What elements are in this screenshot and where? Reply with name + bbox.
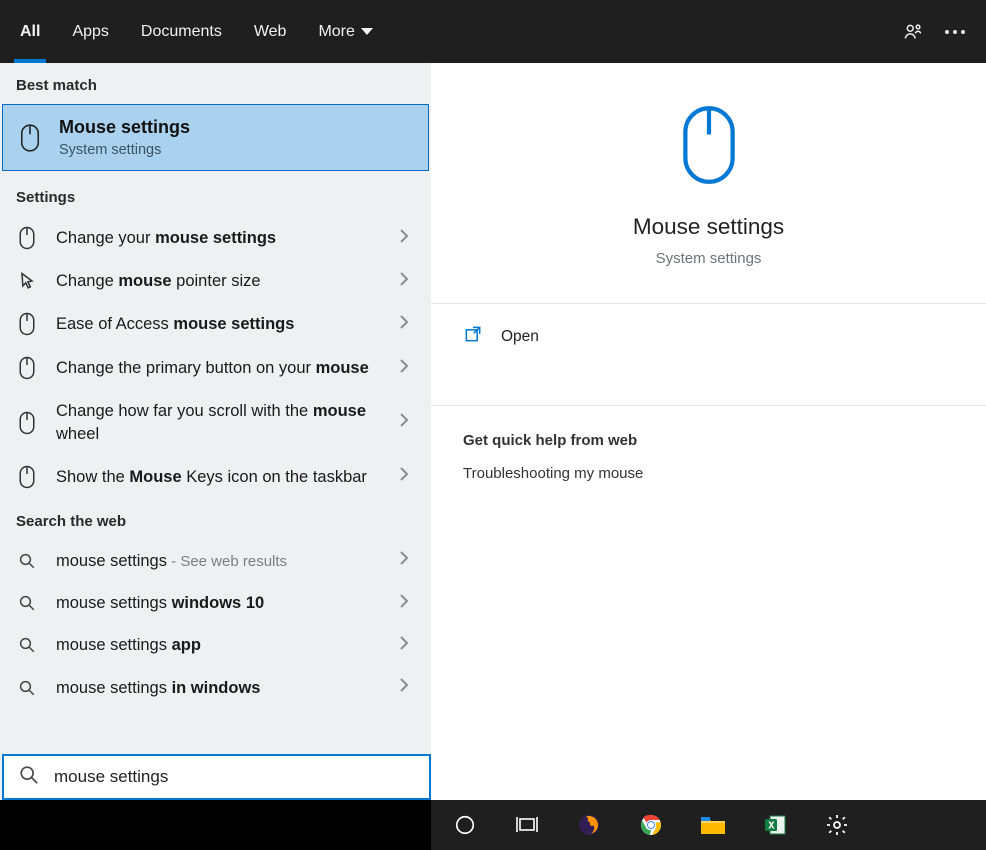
settings-icon[interactable]	[815, 803, 859, 847]
result-preview-panel: Mouse settings System settings Open Get …	[431, 63, 986, 800]
web-result[interactable]: mouse settings windows 10	[0, 582, 431, 624]
mouse-icon	[16, 411, 38, 435]
search-icon	[16, 636, 38, 654]
chevron-right-icon	[399, 228, 417, 249]
section-settings: Settings	[0, 175, 431, 216]
file-explorer-icon[interactable]	[691, 803, 735, 847]
web-result[interactable]: mouse settings in windows	[0, 667, 431, 709]
tab-apps[interactable]: Apps	[72, 0, 108, 63]
best-match-subtitle: System settings	[59, 142, 190, 158]
more-options-icon[interactable]	[934, 11, 976, 53]
search-icon	[16, 679, 38, 697]
search-results-panel: Best match Mouse settings System setting…	[0, 63, 431, 800]
best-match-title: Mouse settings	[59, 117, 190, 138]
settings-result[interactable]: Change your mouse settings	[0, 216, 431, 260]
firefox-icon[interactable]	[567, 803, 611, 847]
result-label: Show the Mouse Keys icon on the taskbar	[56, 466, 381, 488]
chevron-right-icon	[399, 466, 417, 487]
section-best-match: Best match	[0, 63, 431, 104]
chevron-right-icon	[399, 271, 417, 292]
settings-result[interactable]: Show the Mouse Keys icon on the taskbar	[0, 455, 431, 499]
result-label: Change your mouse settings	[56, 227, 381, 249]
chevron-right-icon	[399, 314, 417, 335]
settings-result[interactable]: Change how far you scroll with the mouse…	[0, 390, 431, 455]
chevron-right-icon	[399, 358, 417, 379]
chevron-right-icon	[399, 677, 417, 698]
chevron-right-icon	[399, 550, 417, 571]
task-view-icon[interactable]	[505, 803, 549, 847]
web-result[interactable]: mouse settings app	[0, 624, 431, 666]
search-icon	[18, 764, 40, 791]
tab-more[interactable]: More	[318, 0, 372, 63]
result-label: mouse settings app	[56, 634, 381, 656]
search-filter-tabs: All Apps Documents Web More	[0, 0, 986, 63]
chevron-right-icon	[399, 593, 417, 614]
mouse-icon	[16, 465, 38, 489]
result-label: mouse settings - See web results	[56, 550, 381, 572]
quick-help-header: Get quick help from web	[431, 406, 986, 463]
chevron-right-icon	[399, 412, 417, 433]
open-icon	[463, 324, 483, 349]
open-action[interactable]: Open	[431, 304, 986, 369]
result-label: Ease of Access mouse settings	[56, 313, 381, 335]
cortana-icon[interactable]	[443, 803, 487, 847]
mouse-icon	[677, 103, 741, 192]
taskbar	[431, 800, 986, 850]
result-label: Change how far you scroll with the mouse…	[56, 400, 381, 445]
preview-title: Mouse settings	[633, 214, 784, 240]
tab-all[interactable]: All	[20, 0, 40, 63]
result-label: mouse settings in windows	[56, 677, 381, 699]
result-label: Change mouse pointer size	[56, 270, 381, 292]
chrome-icon[interactable]	[629, 803, 673, 847]
mouse-icon	[19, 122, 41, 154]
section-search-web: Search the web	[0, 499, 431, 540]
settings-result[interactable]: Change the primary button on your mouse	[0, 346, 431, 390]
pointer-icon	[16, 270, 38, 292]
result-label: Change the primary button on your mouse	[56, 357, 381, 379]
mouse-icon	[16, 312, 38, 336]
search-input[interactable]	[54, 767, 419, 787]
tab-documents[interactable]: Documents	[141, 0, 222, 63]
chevron-down-icon	[361, 28, 373, 35]
mouse-icon	[16, 356, 38, 380]
settings-result[interactable]: Change mouse pointer size	[0, 260, 431, 302]
search-icon	[16, 594, 38, 612]
preview-subtitle: System settings	[656, 250, 762, 267]
best-match-result[interactable]: Mouse settings System settings	[2, 104, 429, 171]
account-icon[interactable]	[892, 11, 934, 53]
chevron-right-icon	[399, 635, 417, 656]
search-icon	[16, 552, 38, 570]
excel-icon[interactable]	[753, 803, 797, 847]
tab-web[interactable]: Web	[254, 0, 287, 63]
open-label: Open	[501, 328, 539, 346]
result-label: mouse settings windows 10	[56, 592, 381, 614]
quick-help-link[interactable]: Troubleshooting my mouse	[431, 463, 986, 484]
mouse-icon	[16, 226, 38, 250]
web-result[interactable]: mouse settings - See web results	[0, 540, 431, 582]
settings-result[interactable]: Ease of Access mouse settings	[0, 302, 431, 346]
search-box[interactable]	[2, 754, 431, 800]
